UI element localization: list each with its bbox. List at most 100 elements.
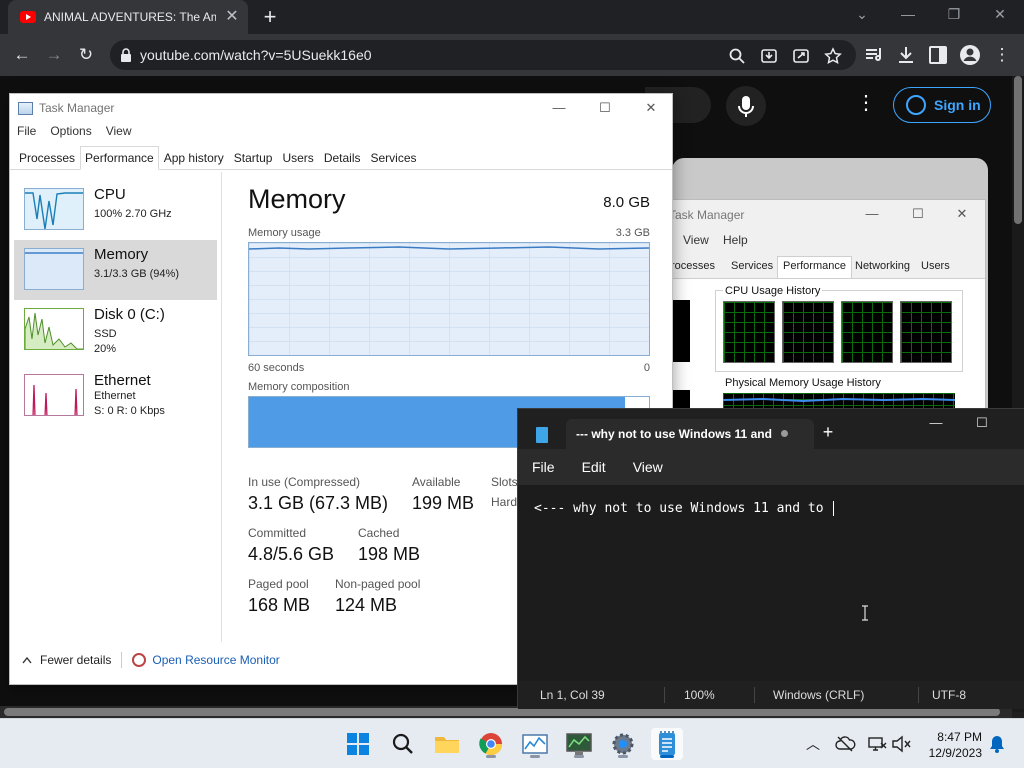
chrome-menu-icon[interactable]: ⋮ [990,43,1014,67]
profile-icon[interactable] [958,43,982,67]
search-icon[interactable] [728,47,746,65]
taskbar-file-explorer[interactable] [431,728,463,760]
classic-cpu-meter [673,300,690,362]
clock-time[interactable]: 8:47 PM [934,730,982,744]
side-panel-icon[interactable] [926,43,950,67]
notepad-maximize-button[interactable]: ☐ [970,415,994,431]
sidebar-ethernet-name: Ethernet [94,372,151,389]
bookmark-star-icon[interactable] [824,47,842,65]
notepad-titlebar[interactable]: --- why not to use Windows 11 and + — ☐ … [518,409,1024,449]
cloud-offline-icon[interactable] [834,733,856,755]
classic-close-button[interactable]: ✕ [947,204,977,224]
tab-processes[interactable]: Processes [14,146,80,169]
show-hidden-icons-button[interactable]: ︿ [802,733,824,755]
folder-icon [435,737,459,753]
notepad-menu-edit[interactable]: Edit [582,459,619,475]
classic-tab-processes[interactable]: rocesses [671,260,715,272]
volume-muted-icon[interactable] [890,733,912,755]
notepad-menubar: File Edit View [518,449,1024,485]
notepad-minimize-button[interactable]: — [924,415,948,430]
download-icon[interactable] [894,43,918,67]
notepad-new-tab-button[interactable]: + [820,423,836,441]
classic-tab-services[interactable]: Services [731,260,773,272]
youtube-settings-icon[interactable]: ⋮ [856,90,876,120]
scroll-thumb[interactable] [1014,76,1022,224]
share-icon[interactable] [792,47,810,65]
restore-button[interactable]: ❐ [944,6,964,23]
paged-pool-label: Paged pool [248,577,309,591]
tab-services[interactable]: Services [366,146,422,169]
close-window-button[interactable]: ✕ [990,6,1010,23]
sidebar-item-ethernet[interactable]: Ethernet Ethernet S: 0 R: 0 Kbps [14,366,217,426]
tab-app-history[interactable]: App history [159,146,229,169]
network-icon[interactable] [866,733,888,755]
slots-label: Slots [491,475,518,489]
notification-bell-icon[interactable] [986,733,1008,755]
reload-button[interactable]: ↻ [74,43,98,67]
classic-tab-performance[interactable]: Performance [777,256,852,278]
install-icon[interactable] [760,47,778,65]
notepad-window[interactable]: --- why not to use Windows 11 and + — ☐ … [517,408,1024,709]
fewer-details-button[interactable]: Fewer details [22,653,111,667]
classic-task-manager-window[interactable]: Task Manager — ☐ ✕ View Help rocesses Se… [664,199,986,420]
ibeam-cursor-icon [862,605,868,621]
back-button[interactable]: ← [10,43,34,67]
tab-users[interactable]: Users [277,146,318,169]
start-button[interactable] [342,728,374,760]
sidebar-item-memory[interactable]: Memory 3.1/3.3 GB (94%) [14,240,217,300]
minimize-button[interactable]: — [898,6,918,22]
classic-menu-view[interactable]: View [683,233,709,247]
tab-startup[interactable]: Startup [229,146,278,169]
cpu-usage-history-label: CPU Usage History [723,285,823,297]
taskbar-search-button[interactable] [387,728,419,760]
sidebar-memory-usage: 3.1/3.3 GB (94%) [94,268,179,280]
encoding[interactable]: UTF-8 [932,688,966,702]
non-paged-pool-value: 124 MB [335,595,398,615]
available-value: 199 MB [412,493,475,513]
taskbar-settings[interactable] [607,728,639,760]
tab-details[interactable]: Details [319,146,366,169]
media-controls-icon[interactable] [862,43,886,67]
open-resource-monitor-link[interactable]: Open Resource Monitor [132,653,280,667]
horizontal-scroll-thumb[interactable] [4,708,1000,716]
sidebar-item-disk[interactable]: Disk 0 (C:) SSD 20% [14,300,217,360]
voice-search-button[interactable] [726,86,766,126]
menu-file[interactable]: File [10,124,43,144]
address-bar[interactable]: youtube.com/watch?v=5USuekk16e0 [110,40,856,70]
notepad-tab[interactable]: --- why not to use Windows 11 and [566,419,814,449]
line-ending[interactable]: Windows (CRLF) [773,688,864,702]
taskbar-classic-task-manager[interactable] [563,728,595,760]
classic-minimize-button[interactable]: — [857,204,887,224]
running-indicator [486,755,496,758]
menu-options[interactable]: Options [43,124,98,144]
notepad-text-line: <--- why not to use Windows 11 and to [534,501,835,516]
notepad-text-area[interactable]: <--- why not to use Windows 11 and to [518,485,1024,681]
forward-button[interactable]: → [42,43,66,67]
taskbar-notepad[interactable] [651,728,683,760]
new-tab-button[interactable]: + [258,4,282,30]
paged-pool-value: 168 MB [248,595,311,615]
classic-tab-networking[interactable]: Networking [855,260,910,272]
close-tab-icon[interactable]: ✕ [224,9,240,25]
zoom-level[interactable]: 100% [684,688,715,702]
sign-in-button[interactable]: Sign in [893,87,991,123]
notepad-menu-view[interactable]: View [633,459,676,475]
classic-tabs: rocesses Services Performance Networking… [665,256,985,278]
classic-tab-users[interactable]: Users [921,260,950,272]
notepad-menu-file[interactable]: File [532,459,568,475]
menu-view[interactable]: View [99,124,139,144]
close-button[interactable]: ✕ [636,98,666,118]
classic-maximize-button[interactable]: ☐ [903,204,933,224]
tab-performance[interactable]: Performance [80,146,159,170]
browser-tab[interactable]: ANIMAL ADVENTURES: The Ama ✕ [8,0,248,34]
maximize-button[interactable]: ☐ [590,98,620,118]
classic-menu-help[interactable]: Help [723,233,748,247]
sidebar-item-cpu[interactable]: CPU 100% 2.70 GHz [14,180,217,240]
tab-search-icon[interactable]: ⌄ [852,6,872,23]
notepad-close-button[interactable]: ✕ [1016,415,1024,431]
taskbar-task-manager[interactable] [519,728,551,760]
minimize-button[interactable]: — [544,98,574,118]
task-manager-menubar: File Options View [10,124,139,144]
clock-date[interactable]: 12/9/2023 [918,746,982,760]
taskbar-chrome[interactable] [475,728,507,760]
